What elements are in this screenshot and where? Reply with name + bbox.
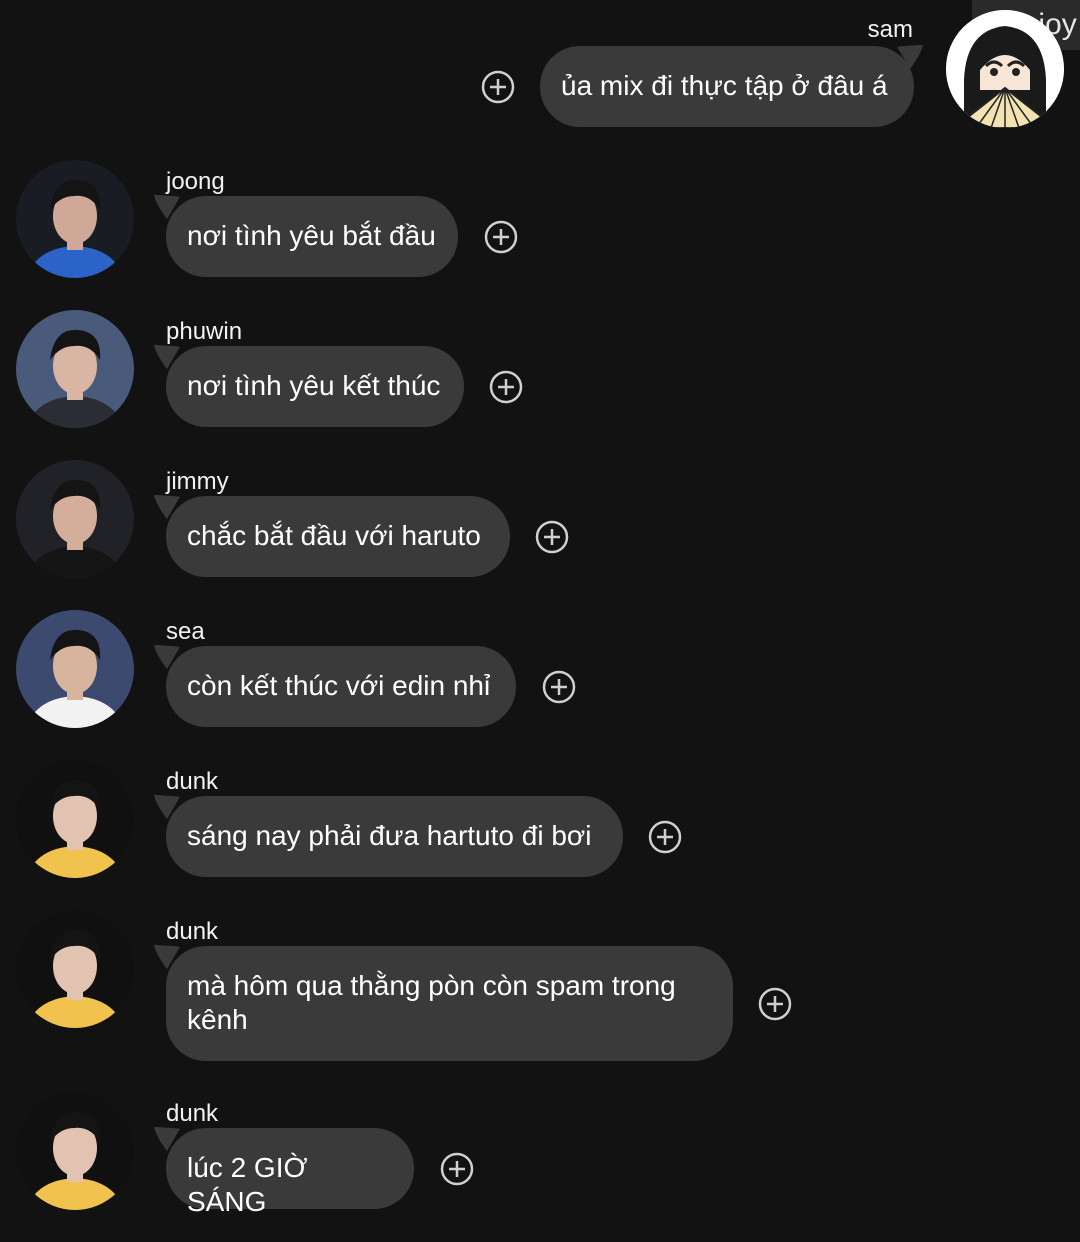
add-reaction-icon[interactable] [481, 70, 515, 104]
message-bubble[interactable]: lúc 2 GIỜ SÁNG [166, 1128, 414, 1217]
add-reaction-icon[interactable] [648, 820, 682, 854]
received-message: dunk sáng nay phải đưa hartuto đi bơi [0, 760, 1080, 901]
sender-name: dunk [166, 768, 219, 795]
received-message: phuwin nơi tình yêu kết thúc [0, 310, 1080, 451]
avatar[interactable] [16, 610, 134, 728]
received-message: joong nơi tình yêu bắt đầu [0, 160, 1080, 301]
add-reaction-icon[interactable] [542, 670, 576, 704]
sender-name: joong [166, 168, 225, 195]
message-bubble[interactable]: còn kết thúc với edin nhỉ [166, 646, 516, 727]
bubble-tail [897, 44, 923, 70]
avatar[interactable] [16, 460, 134, 578]
sent-message: sam ủa mix đi thực tập ở đâu á [0, 0, 1080, 140]
avatar[interactable] [16, 760, 134, 878]
avatar[interactable] [946, 10, 1064, 128]
add-reaction-icon[interactable] [535, 520, 569, 554]
user-photo-avatar-icon [16, 910, 134, 1028]
received-message: sea còn kết thúc với edin nhỉ [0, 610, 1080, 751]
user-photo-avatar-icon [16, 610, 134, 728]
avatar[interactable] [16, 310, 134, 428]
user-photo-avatar-icon [16, 760, 134, 878]
received-message: jimmy chắc bắt đầu với haruto [0, 460, 1080, 601]
sender-name: jimmy [166, 468, 229, 495]
avatar[interactable] [16, 910, 134, 1028]
user-photo-avatar-icon [16, 460, 134, 578]
sender-name: sea [166, 618, 205, 645]
sender-name: phuwin [166, 318, 243, 345]
avatar[interactable] [16, 160, 134, 278]
sender-name: dunk [166, 918, 219, 945]
sender-name: dunk [166, 1100, 219, 1127]
received-message: dunk lúc 2 GIỜ SÁNG [0, 1092, 1080, 1233]
user-photo-avatar-icon [16, 310, 134, 428]
message-bubble[interactable]: nơi tình yêu bắt đầu [166, 196, 458, 277]
message-bubble[interactable]: ủa mix đi thực tập ở đâu á [540, 46, 914, 127]
avatar[interactable] [16, 1092, 134, 1210]
received-message: dunk mà hôm qua thằng pòn còn spam trong… [0, 910, 1080, 1085]
user-photo-avatar-icon [16, 1092, 134, 1210]
message-bubble[interactable]: sáng nay phải đưa hartuto đi bơi [166, 796, 623, 877]
sender-name: sam [867, 16, 913, 43]
message-bubble[interactable]: mà hôm qua thằng pòn còn spam trong kênh [166, 946, 733, 1061]
add-reaction-icon[interactable] [440, 1152, 474, 1186]
add-reaction-icon[interactable] [484, 220, 518, 254]
add-reaction-icon[interactable] [489, 370, 523, 404]
add-reaction-icon[interactable] [758, 987, 792, 1021]
message-bubble[interactable]: chắc bắt đầu với haruto [166, 496, 510, 577]
message-bubble[interactable]: nơi tình yêu kết thúc [166, 346, 464, 427]
user-photo-avatar-icon [16, 160, 134, 278]
cartoon-girl-fan-avatar-icon [946, 10, 1064, 128]
